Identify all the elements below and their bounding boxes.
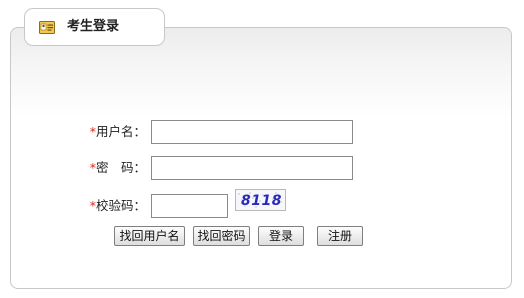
register-button[interactable]: 注册 (317, 226, 363, 246)
find-password-button[interactable]: 找回密码 (193, 226, 250, 246)
captcha-text: 8118 (241, 193, 282, 209)
captcha-label: *校验码： (89, 198, 146, 213)
login-tab-header: 考生登录 (24, 8, 165, 46)
password-input[interactable] (151, 156, 353, 180)
captcha-input[interactable] (151, 194, 228, 218)
username-label: *用户名： (89, 124, 146, 139)
find-username-button[interactable]: 找回用户名 (114, 226, 185, 246)
login-button[interactable]: 登录 (258, 226, 304, 246)
captcha-noise: 8118 (238, 192, 282, 209)
username-input[interactable] (151, 120, 353, 144)
id-card-icon (39, 21, 55, 34)
password-label: *密 码： (89, 160, 146, 175)
captcha-image[interactable]: 8118 (235, 189, 286, 211)
page-title: 考生登录 (67, 19, 120, 34)
